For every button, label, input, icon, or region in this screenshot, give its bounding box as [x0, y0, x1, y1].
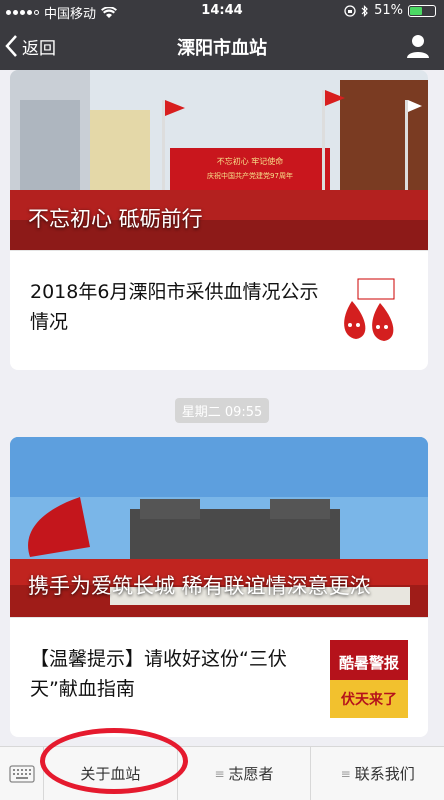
orientation-lock-icon — [344, 4, 356, 17]
page-title: 溧阳市血站 — [177, 38, 267, 59]
menu-label-volunteer: 志愿者 — [228, 765, 274, 783]
heat-warning-thumbnail: 酷暑警报 伏天来了 — [330, 640, 408, 718]
message-feed[interactable]: 不忘初心 牢记使命 庆祝中国共产党建党97周年 不忘初心 砥砺前行 2018年6… — [0, 70, 444, 746]
menu-item-contact[interactable]: ≡ 联系我们 — [311, 747, 444, 800]
sub-article-title: 2018年6月溧阳市采供血情况公示情况 — [30, 281, 319, 333]
profile-button[interactable] — [404, 32, 432, 60]
timestamp: 星期二 09:55 — [0, 398, 444, 423]
keyboard-icon — [8, 765, 35, 783]
menu-label-contact: 联系我们 — [354, 765, 415, 783]
menu-item-volunteer[interactable]: ≡ 志愿者 — [178, 747, 312, 800]
battery-percent: 51% — [374, 3, 403, 18]
nav-bar: 返回 溧阳市血站 — [0, 22, 444, 70]
cover-caption: 不忘初心 砥砺前行 — [28, 207, 203, 231]
battery-icon — [408, 4, 436, 17]
article-cover[interactable]: 携手为爱筑长城 稀有联谊情深意更浓 — [10, 437, 428, 617]
menu-item-about[interactable]: 关于血站 — [44, 747, 178, 800]
sub-article-title: 【温馨提示】请收好这份“三伏天”献血指南 — [30, 648, 287, 700]
person-icon — [407, 35, 429, 58]
submenu-icon: ≡ — [214, 766, 225, 781]
banner-line-1: 不忘初心 牢记使命 — [217, 156, 284, 166]
sub-article-thumbnail — [330, 273, 408, 351]
cover-banner: 不忘初心 牢记使命 庆祝中国共产党建党97周年 — [207, 156, 293, 180]
status-bar: 中国移动 14:44 51% — [0, 0, 444, 22]
sub-article[interactable]: 2018年6月溧阳市采供血情况公示情况 — [10, 250, 428, 370]
article-card: 不忘初心 牢记使命 庆祝中国共产党建党97周年 不忘初心 砥砺前行 2018年6… — [10, 70, 428, 370]
article-card: 携手为爱筑长城 稀有联谊情深意更浓 【温馨提示】请收好这份“三伏天”献血指南 酷… — [10, 437, 428, 737]
banner-line-2: 庆祝中国共产党建党97周年 — [207, 171, 293, 180]
keyboard-toggle-button[interactable] — [0, 747, 44, 800]
thumb-line-1: 酷暑警报 — [339, 654, 399, 672]
status-right: 51% — [344, 3, 436, 18]
article-cover[interactable]: 不忘初心 牢记使命 庆祝中国共产党建党97周年 不忘初心 砥砺前行 — [10, 70, 428, 250]
bluetooth-icon — [361, 4, 368, 17]
submenu-icon: ≡ — [340, 766, 351, 781]
sub-article-thumbnail: 酷暑警报 伏天来了 — [330, 640, 408, 718]
blood-drop-mascot-icon — [330, 273, 408, 351]
bottom-menu: 关于血站 ≡ 志愿者 ≡ 联系我们 — [0, 746, 444, 800]
sub-article[interactable]: 【温馨提示】请收好这份“三伏天”献血指南 酷暑警报 伏天来了 — [10, 617, 428, 737]
cover-caption: 携手为爱筑长城 稀有联谊情深意更浓 — [28, 574, 371, 598]
timestamp-label: 星期二 09:55 — [174, 398, 270, 423]
thumb-line-2: 伏天来了 — [341, 691, 397, 708]
battery-fill — [410, 6, 423, 15]
menu-label-about: 关于血站 — [80, 765, 141, 783]
